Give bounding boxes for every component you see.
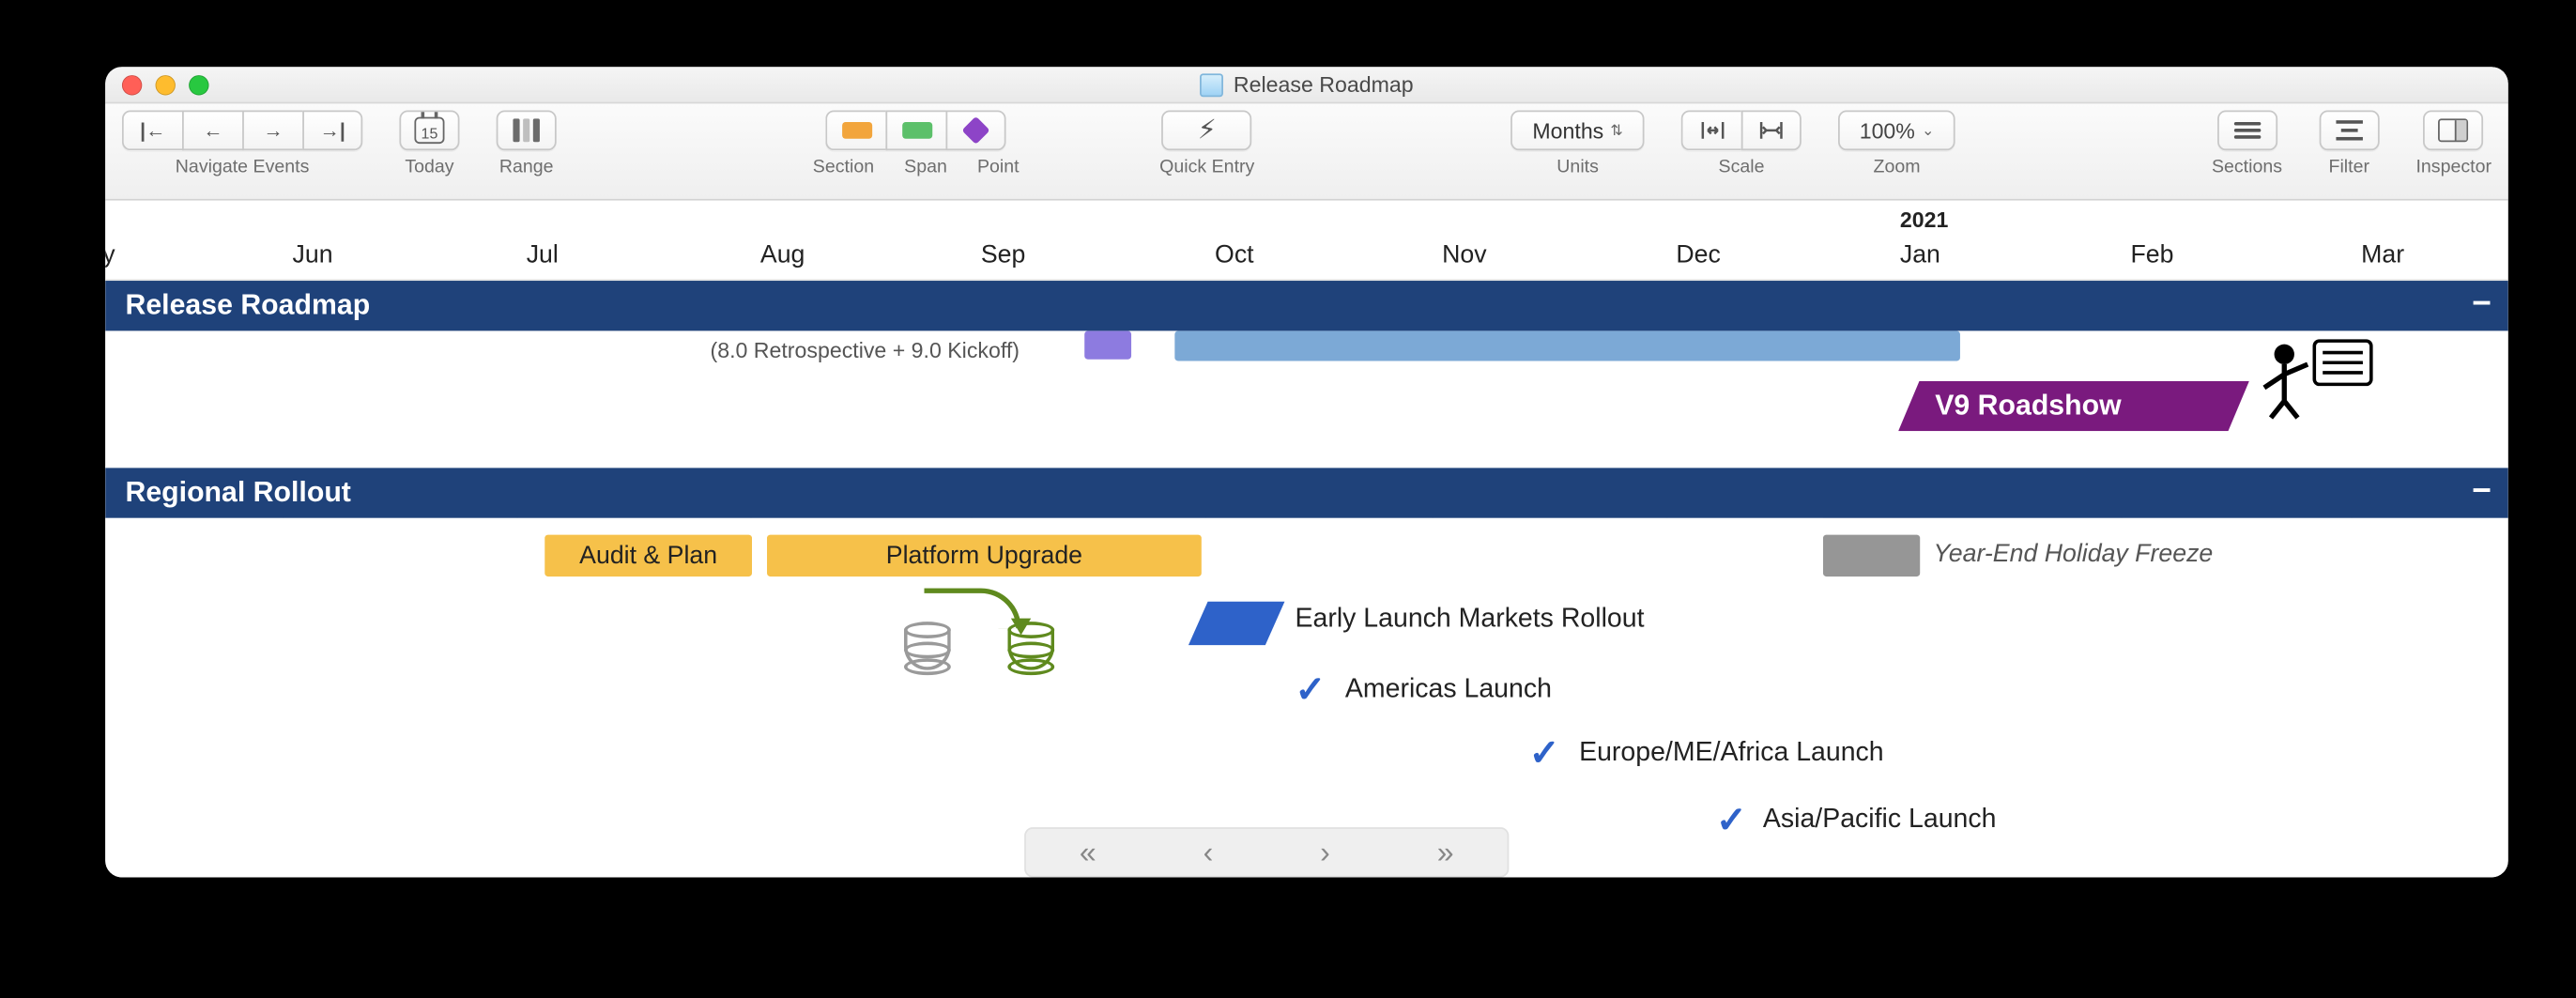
today-button[interactable]: 15 xyxy=(399,110,459,150)
month-label: Jun xyxy=(293,240,333,269)
calendar-icon: 15 xyxy=(414,117,444,144)
new-point-button[interactable] xyxy=(946,110,1006,150)
month-label: Aug xyxy=(760,240,805,269)
window-title: Release Roadmap xyxy=(1234,72,1414,98)
new-span-button[interactable] xyxy=(886,110,946,150)
today-label: Today xyxy=(405,157,453,177)
updown-chevron-icon: ⇅ xyxy=(1610,121,1622,140)
month-label: Feb xyxy=(2131,240,2174,269)
units-label: Units xyxy=(1556,157,1599,177)
close-window-button[interactable] xyxy=(122,75,142,95)
span-swatch-icon xyxy=(902,122,932,139)
collapse-section-button[interactable]: − xyxy=(2472,475,2492,509)
span-label: Span xyxy=(904,157,947,177)
list-icon xyxy=(2233,122,2260,139)
early-launch-label: Early Launch Markets Rollout xyxy=(1296,605,1645,635)
inspector-icon xyxy=(2439,118,2469,142)
section-title: Release Roadmap xyxy=(126,289,371,323)
scale-collapse-icon xyxy=(1699,117,1725,144)
point-swatch-icon xyxy=(962,116,990,145)
filter-button[interactable] xyxy=(2319,110,2379,150)
pager-first-button[interactable]: « xyxy=(1080,835,1096,869)
sections-label: Sections xyxy=(2212,157,2282,177)
holiday-freeze-bar[interactable] xyxy=(1823,535,1920,577)
month-label: Dec xyxy=(1676,240,1721,269)
month-label: Sep xyxy=(981,240,1026,269)
scale-out-button[interactable] xyxy=(1681,110,1741,150)
section-header-release[interactable]: Release Roadmap − xyxy=(105,281,2508,330)
chevron-down-icon: ⌄ xyxy=(1922,121,1934,140)
document-icon xyxy=(1200,72,1223,96)
emea-launch-label[interactable]: Europe/ME/Africa Launch xyxy=(1579,739,1884,769)
holiday-freeze-label: Year-End Holiday Freeze xyxy=(1933,540,2213,568)
new-section-button[interactable] xyxy=(826,110,886,150)
workshop-subtitle: (8.0 Retrospective + 9.0 Kickoff) xyxy=(711,338,1020,363)
range-label: Range xyxy=(499,157,554,177)
sections-button[interactable] xyxy=(2216,110,2277,150)
zoom-window-button[interactable] xyxy=(189,75,208,95)
section-title: Regional Rollout xyxy=(126,476,351,510)
check-icon: ✓ xyxy=(1716,799,1747,842)
filter-icon xyxy=(2336,120,2362,140)
month-label: Mar xyxy=(2361,240,2404,269)
quick-entry-button[interactable]: ⚡︎ xyxy=(1162,110,1252,150)
quick-entry-label: Quick Entry xyxy=(1159,157,1254,177)
apac-launch-label[interactable]: Asia/Pacific Launch xyxy=(1763,806,1997,836)
collapse-section-button[interactable]: − xyxy=(2472,287,2492,321)
americas-launch-label[interactable]: Americas Launch xyxy=(1345,675,1552,705)
pager-next-button[interactable]: › xyxy=(1320,835,1330,869)
section-label: Section xyxy=(813,157,874,177)
section-header-regional[interactable]: Regional Rollout − xyxy=(105,468,2508,517)
early-launch-marker[interactable] xyxy=(1188,602,1284,645)
timeline-canvas[interactable]: 2021 ayJunJulAugSepOctNovDecJanFebMar Re… xyxy=(105,201,2508,878)
app-window: Release Roadmap |← ← → →| Navigate Event… xyxy=(105,67,2508,877)
zoom-label: Zoom xyxy=(1874,157,1921,177)
section-lane-regional[interactable]: Audit & Plan Platform Upgrade Year-End H… xyxy=(105,518,2508,878)
scale-in-button[interactable] xyxy=(1741,110,1802,150)
section-lane-release[interactable]: (8.0 Retrospective + 9.0 Kickoff) V9 Roa… xyxy=(105,330,2508,468)
month-label: Jan xyxy=(1900,240,1940,269)
audit-plan-bar[interactable]: Audit & Plan xyxy=(544,535,752,577)
nav-label: Navigate Events xyxy=(176,157,310,177)
nav-next-button[interactable]: → xyxy=(242,110,302,150)
nav-last-button[interactable]: →| xyxy=(302,110,362,150)
inspector-button[interactable] xyxy=(2424,110,2484,150)
roadshow-event[interactable]: V9 Roadshow xyxy=(1898,381,2249,431)
toolbar: |← ← → →| Navigate Events 15 Today Range… xyxy=(105,103,2508,200)
check-icon: ✓ xyxy=(1529,732,1560,775)
maintenance-bar[interactable] xyxy=(1174,330,1960,361)
month-label: Jul xyxy=(527,240,559,269)
pager-prev-button[interactable]: ‹ xyxy=(1204,835,1214,869)
scale-expand-icon xyxy=(1758,117,1785,144)
database-new-icon xyxy=(1007,622,1054,679)
zoom-select[interactable]: 100%⌄ xyxy=(1838,110,1955,150)
nav-first-button[interactable]: |← xyxy=(122,110,182,150)
inspector-label: Inspector xyxy=(2415,157,2492,177)
month-label: Nov xyxy=(1442,240,1487,269)
range-icon xyxy=(513,118,539,142)
point-label: Point xyxy=(977,157,1020,177)
lightning-icon: ⚡︎ xyxy=(1198,114,1217,147)
timeline-pager: « ‹ › » xyxy=(1024,827,1509,877)
scale-label: Scale xyxy=(1719,157,1765,177)
presenter-icon xyxy=(2261,338,2378,430)
range-button[interactable] xyxy=(497,110,557,150)
timeline-ruler[interactable]: 2021 ayJunJulAugSepOctNovDecJanFebMar xyxy=(105,201,2508,281)
database-old-icon xyxy=(904,622,951,679)
section-swatch-icon xyxy=(841,122,871,139)
filter-label: Filter xyxy=(2328,157,2369,177)
month-label: ay xyxy=(105,240,115,269)
platform-upgrade-bar[interactable]: Platform Upgrade xyxy=(767,535,1202,577)
check-icon: ✓ xyxy=(1296,668,1326,712)
month-label: Oct xyxy=(1215,240,1254,269)
nav-prev-button[interactable]: ← xyxy=(182,110,242,150)
workshop-event[interactable] xyxy=(1084,330,1131,359)
pager-last-button[interactable]: » xyxy=(1437,835,1454,869)
window-titlebar[interactable]: Release Roadmap xyxy=(105,67,2508,103)
units-select[interactable]: Months⇅ xyxy=(1510,110,1644,150)
minimize-window-button[interactable] xyxy=(156,75,176,95)
